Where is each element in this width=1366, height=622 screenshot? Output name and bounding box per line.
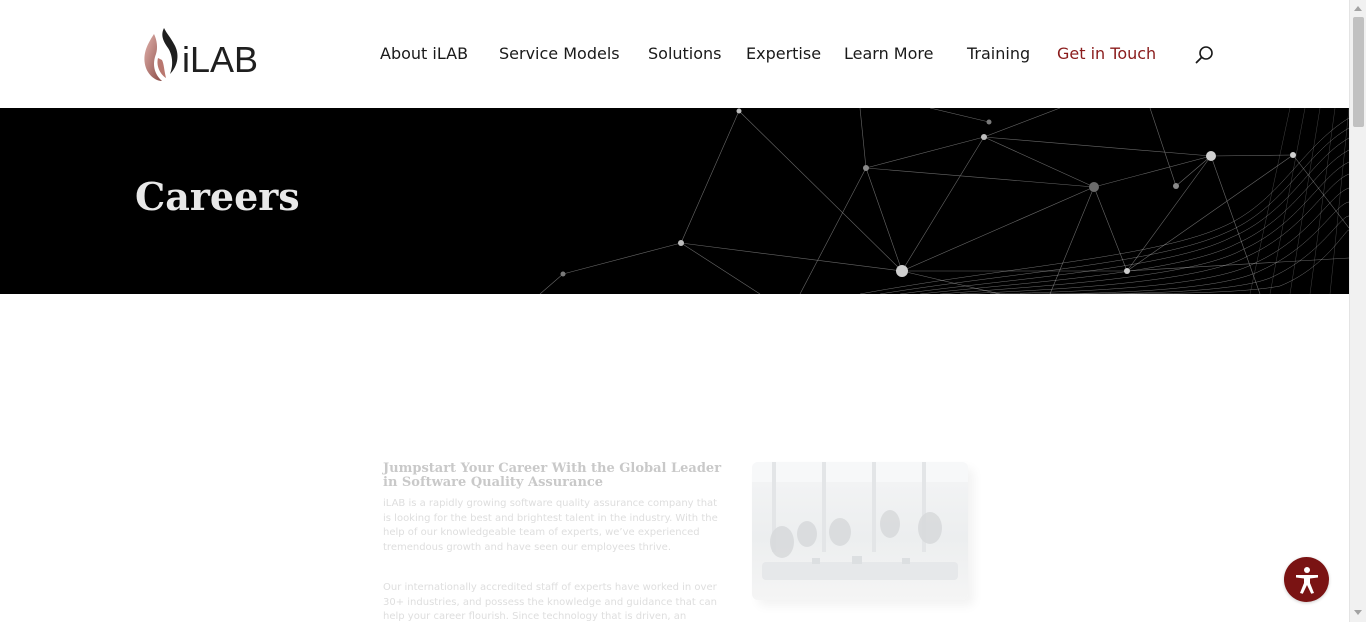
- site-header: iLAB About iLAB Service Models Solutions…: [0, 0, 1349, 108]
- nav-item-training[interactable]: Training: [967, 44, 1030, 63]
- search-icon[interactable]: [1194, 44, 1216, 66]
- nav-item-solutions[interactable]: Solutions: [648, 44, 722, 63]
- second-paragraph: Our internationally accredited staff of …: [383, 582, 717, 622]
- nav-item-about[interactable]: About iLAB: [380, 44, 468, 63]
- nav-item-learn-more[interactable]: Learn More: [844, 44, 933, 63]
- nav-item-expertise[interactable]: Expertise: [746, 44, 821, 63]
- scroll-up-arrow-icon[interactable]: [1354, 6, 1362, 11]
- intro-paragraph: iLAB is a rapidly growing software quali…: [383, 498, 718, 553]
- section-heading: Jumpstart Your Career With the Global Le…: [383, 461, 722, 490]
- logo-text: iLAB: [182, 39, 259, 80]
- nav-item-get-in-touch[interactable]: Get in Touch: [1057, 44, 1156, 63]
- page-scrollbar[interactable]: [1349, 0, 1366, 622]
- accessibility-icon: [1295, 566, 1318, 594]
- scroll-down-arrow-icon[interactable]: [1354, 610, 1362, 615]
- site-logo[interactable]: iLAB: [140, 24, 280, 84]
- nav-item-service-models[interactable]: Service Models: [499, 44, 620, 63]
- team-meeting-photo: [752, 462, 968, 600]
- accessibility-button[interactable]: [1284, 557, 1329, 602]
- page-title: Careers: [135, 174, 300, 219]
- page-hero: Careers: [0, 108, 1349, 294]
- scroll-thumb[interactable]: [1353, 17, 1364, 127]
- flame-logo-icon: [144, 28, 178, 81]
